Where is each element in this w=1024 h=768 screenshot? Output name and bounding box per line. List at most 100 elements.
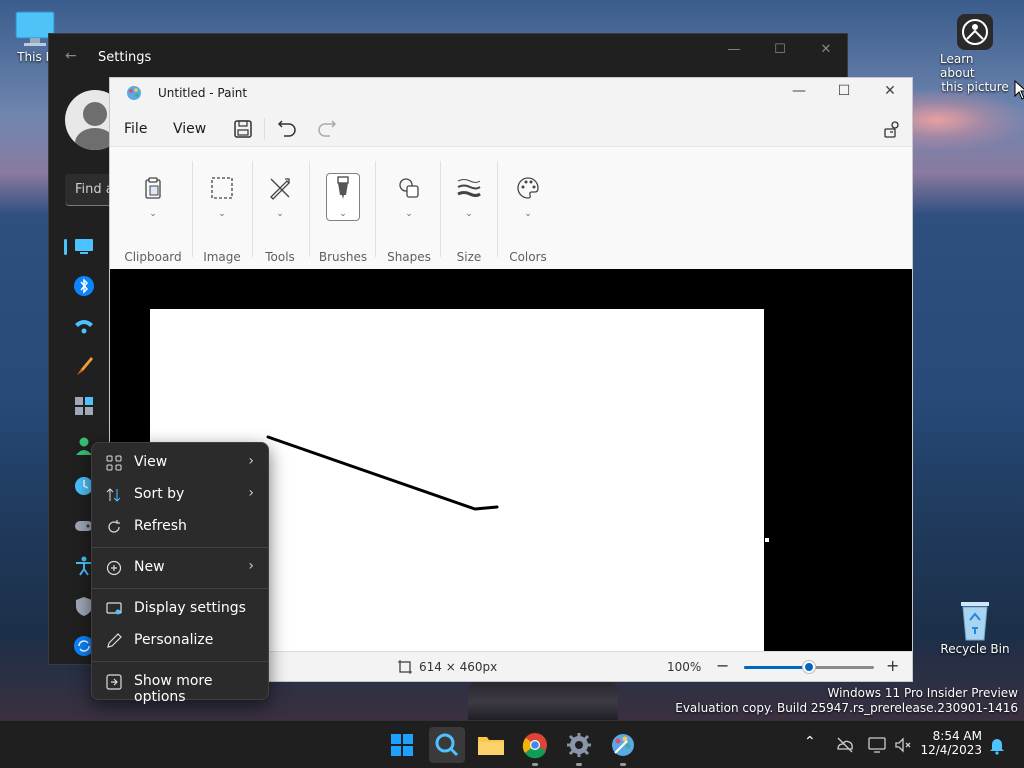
paint-minimize-icon[interactable]: — [784,83,814,99]
zoom-in-icon[interactable]: + [886,656,899,675]
network-icon[interactable] [867,735,887,755]
paint-title: Untitled - Paint [158,86,248,100]
context-menu-label: Refresh [134,518,187,534]
taskbar-clock[interactable]: 8:54 AM 12/4/2023 [920,729,982,757]
zoom-slider-track[interactable] [744,661,874,673]
context-menu-label: Display settings [134,600,246,616]
taskbar-paint[interactable] [605,727,641,763]
palette-icon [517,177,539,199]
paint-maximize-icon[interactable]: ☐ [829,83,859,99]
zoom-out-icon[interactable]: − [716,656,729,675]
pencil-icon [107,633,122,648]
chrome-icon [522,733,547,759]
running-indicator [576,763,582,766]
desktop-icon-learn-about-picture[interactable]: Learn about this picture [940,12,1010,94]
clock-time: 8:54 AM [932,729,982,743]
nav-active-indicator [64,239,67,255]
ribbon-label-brushes: Brushes [318,250,368,264]
context-menu-label: Sort by [134,486,185,502]
stroke-size-icon [457,179,481,197]
context-menu-item-refresh[interactable]: Refresh [96,512,266,542]
minimize-icon[interactable]: — [719,42,749,57]
bluetooth-icon[interactable] [73,275,95,297]
context-menu-item-view[interactable]: View › [96,448,266,478]
ribbon-group-clipboard[interactable]: ⌄ Clipboard [122,147,184,270]
canvas-resize-handle[interactable] [765,538,769,542]
clipboard-icon [145,177,161,199]
ribbon-label-size: Size [456,250,482,264]
taskbar-file-explorer[interactable] [473,727,509,763]
taskbar-search-button[interactable] [429,727,465,763]
close-icon[interactable]: ✕ [811,42,841,57]
context-menu-label: View [134,454,168,470]
wifi-icon[interactable] [73,315,95,337]
desktop-context-menu: View › Sort by › Refresh New › Display s… [91,442,269,705]
context-menu-label: Personalize [134,632,214,648]
chevron-right-icon: › [248,453,254,469]
zoom-level[interactable]: 100% [667,660,701,674]
context-menu-separator [92,547,268,548]
context-menu-item-sort-by[interactable]: Sort by › [96,480,266,510]
ribbon-group-colors[interactable]: ⌄ Colors [504,147,552,270]
context-menu-separator [92,588,268,589]
volume-muted-icon[interactable] [893,735,913,755]
avatar-head [83,102,107,126]
system-icon[interactable] [73,235,95,257]
context-menu-separator [92,661,268,662]
watermark-line2: Evaluation copy. Build 25947.rs_prerelea… [675,701,1018,715]
account-switch-icon[interactable] [882,118,904,140]
context-menu-label: Show more options [134,673,213,705]
context-menu-item-new[interactable]: New › [96,553,266,583]
context-menu-item-personalize[interactable]: Personalize [96,626,266,656]
learn-picture-icon [957,14,993,50]
back-arrow-icon[interactable]: ← [65,48,77,64]
clock-date: 12/4/2023 [920,743,982,757]
brush-icon [337,176,349,199]
ribbon-divider [309,161,310,257]
learn-label-line1: Learn about [940,52,975,80]
maximize-icon[interactable]: ☐ [765,42,795,57]
zoom-slider-fill [744,666,809,669]
running-indicator [532,763,538,766]
context-menu-item-display-settings[interactable]: Display settings [96,594,266,624]
watermark-line1: Windows 11 Pro Insider Preview [827,686,1018,700]
context-menu-item-show-more-options[interactable]: Show more options [96,667,266,705]
paint-close-icon[interactable]: ✕ [875,83,905,99]
onedrive-offline-icon[interactable] [835,735,855,755]
start-button[interactable] [384,727,420,763]
redo-icon[interactable] [316,118,338,140]
ribbon-group-tools[interactable]: ⌄ Tools [256,147,304,270]
taskbar-chrome[interactable] [517,727,553,763]
undo-icon[interactable] [276,118,298,140]
taskbar-settings[interactable] [561,727,597,763]
learn-label-line2: this picture [941,80,1009,94]
chevron-right-icon: › [248,485,254,501]
recycle-bin-label: Recycle Bin [940,642,1010,656]
tray-overflow-chevron-icon[interactable]: ⌃ [804,734,824,754]
menu-view[interactable]: View [173,121,206,137]
ribbon-group-size[interactable]: ⌄ Size [446,147,492,270]
chevron-right-icon: › [248,558,254,574]
refresh-icon [108,520,120,533]
save-icon[interactable] [232,118,254,140]
ribbon: ⌄ Clipboard ⌄ Image ⌄ Tools ⌄ Brushes ⌄ … [110,146,912,269]
ribbon-group-image[interactable]: ⌄ Image [197,147,247,270]
ribbon-divider [252,161,253,257]
apps-icon[interactable] [73,395,95,417]
ribbon-label-clipboard: Clipboard [124,250,182,264]
zoom-slider-thumb[interactable] [803,661,815,673]
desktop-icon-recycle-bin[interactable]: Recycle Bin [940,598,1010,656]
notification-bell-icon[interactable] [987,735,1007,755]
display-settings-icon [106,602,122,615]
chevron-down-icon: ⌄ [405,209,413,219]
search-icon [435,733,459,757]
ribbon-group-shapes[interactable]: ⌄ Shapes [384,147,434,270]
chevron-down-icon: ⌄ [465,209,473,219]
ribbon-label-shapes: Shapes [387,250,431,264]
shapes-icon [399,178,419,198]
menu-file[interactable]: File [124,121,147,137]
brush-icon[interactable] [73,355,95,377]
ribbon-group-brushes[interactable]: ⌄ Brushes [318,147,368,270]
chevron-down-icon: ⌄ [339,209,347,219]
tools-pencil-icon [270,178,290,200]
